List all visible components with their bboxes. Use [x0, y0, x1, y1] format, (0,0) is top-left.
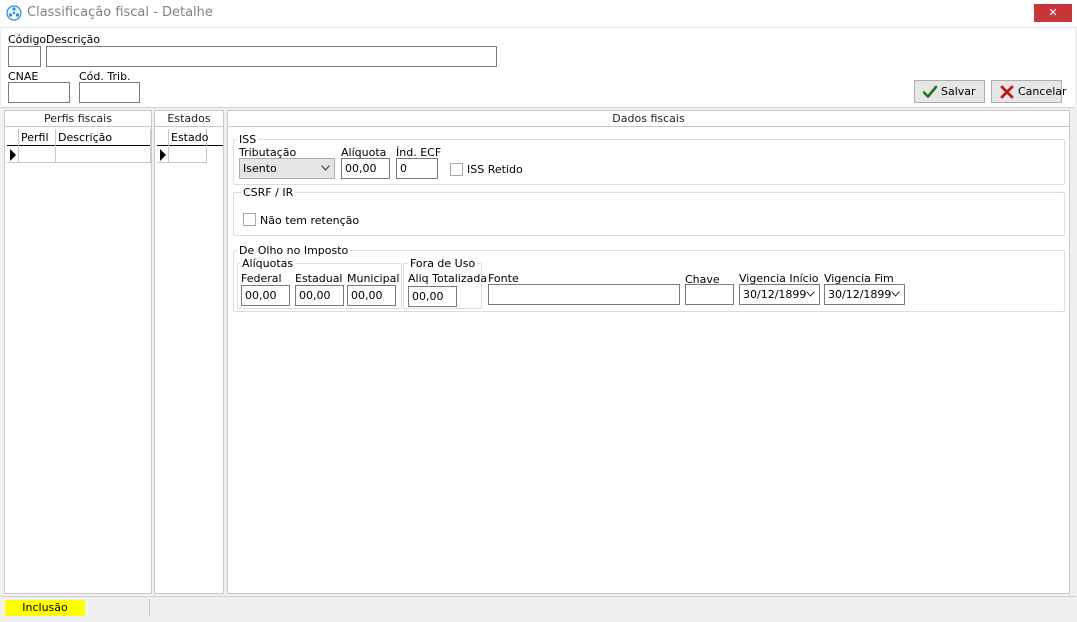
vigencia-fim-date-picker[interactable]: 30/12/1899 — [824, 284, 905, 305]
status-bar: Inclusão — [1, 596, 1076, 618]
aliquotas-group-title: Alíquotas — [240, 257, 296, 270]
codigo-label: Código — [8, 33, 47, 46]
nao-tem-retencao-checkbox[interactable] — [243, 213, 256, 226]
checkmark-icon — [922, 85, 938, 98]
save-button[interactable]: Salvar — [914, 80, 985, 103]
de-olho-no-imposto-title: De Olho no Imposto — [237, 244, 351, 257]
cnae-input[interactable] — [8, 82, 70, 103]
window-title: Classificação fiscal - Detalhe — [27, 5, 213, 20]
fonte-input[interactable] — [488, 284, 680, 305]
aliquota-input[interactable]: 00,00 — [341, 158, 390, 179]
save-button-label: Salvar — [941, 85, 976, 98]
chave-input[interactable] — [685, 284, 734, 305]
status-divider — [149, 599, 150, 617]
perfis-grid-header: Perfil Descrição — [7, 129, 151, 146]
estadual-input[interactable]: 00,00 — [295, 285, 344, 306]
dados-fiscais-panel: Dados fiscais ISS Tributação Isento Alíq… — [227, 110, 1070, 594]
tributacao-select[interactable]: Isento — [239, 158, 335, 179]
row-indicator-header — [157, 129, 169, 146]
row-pointer-icon — [10, 149, 16, 161]
column-header-descricao[interactable]: Descrição — [56, 129, 151, 146]
descricao-label: Descrição — [46, 33, 101, 46]
estados-grid-header: Estado — [157, 129, 223, 146]
iss-retido-checkbox[interactable] — [450, 163, 463, 176]
csrf-ir-group-title: CSRF / IR — [241, 186, 296, 199]
estados-panel: Estados Estado — [154, 110, 224, 594]
estados-title: Estados — [155, 111, 223, 127]
federal-label: Federal — [241, 272, 282, 285]
close-button[interactable]: ✕ — [1034, 4, 1072, 22]
federal-input[interactable]: 00,00 — [241, 285, 290, 306]
aliq-totalizada-label: Aliq Totalizada — [408, 272, 488, 285]
row-indicator — [7, 147, 19, 163]
header-form-panel: Código Descrição CNAE Cód. Trib. Salvar … — [1, 28, 1075, 108]
codigo-input[interactable] — [8, 46, 41, 67]
ind-ecf-input[interactable]: 0 — [396, 158, 438, 179]
iss-retido-label: ISS Retido — [467, 163, 523, 176]
cancel-button[interactable]: Cancelar — [991, 80, 1067, 103]
table-row[interactable] — [157, 147, 223, 163]
table-row[interactable] — [7, 147, 151, 163]
tributacao-value: Isento — [243, 162, 277, 175]
snowflake-app-icon — [6, 5, 22, 21]
vigencia-fim-value: 30/12/1899 — [828, 288, 892, 301]
cell-estado[interactable] — [169, 147, 207, 163]
chevron-down-icon — [321, 165, 330, 171]
close-icon: ✕ — [1048, 6, 1058, 19]
perfis-fiscais-panel: Perfis fiscais Perfil Descrição — [4, 110, 152, 594]
municipal-label: Municipal — [347, 272, 400, 285]
iss-group-title: ISS — [237, 133, 259, 146]
descricao-input[interactable] — [46, 46, 497, 67]
row-indicator-header — [7, 129, 19, 146]
row-indicator — [157, 147, 169, 163]
cell-descricao[interactable] — [56, 147, 151, 163]
chevron-down-icon — [806, 291, 815, 297]
column-header-estado[interactable]: Estado — [169, 129, 208, 146]
vigencia-inicio-value: 30/12/1899 — [743, 288, 807, 301]
column-header-perfil[interactable]: Perfil — [19, 129, 56, 146]
aliq-totalizada-input[interactable]: 00,00 — [408, 286, 457, 307]
perfis-fiscais-title: Perfis fiscais — [5, 111, 151, 127]
x-cancel-icon — [1000, 85, 1014, 99]
row-pointer-icon — [160, 149, 166, 161]
cod-trib-input[interactable] — [79, 82, 140, 103]
cancel-button-label: Cancelar — [1018, 85, 1067, 98]
dados-fiscais-title: Dados fiscais — [228, 111, 1069, 127]
nao-tem-retencao-label: Não tem retenção — [260, 214, 360, 227]
municipal-input[interactable]: 00,00 — [347, 285, 396, 306]
status-mode-badge: Inclusão — [5, 600, 85, 616]
estadual-label: Estadual — [295, 272, 343, 285]
cell-perfil[interactable] — [19, 147, 56, 163]
title-bar: Classificação fiscal - Detalhe ✕ — [0, 0, 1077, 28]
vigencia-inicio-date-picker[interactable]: 30/12/1899 — [739, 284, 820, 305]
fora-de-uso-title: Fora de Uso — [408, 257, 478, 270]
chevron-down-icon — [891, 291, 900, 297]
